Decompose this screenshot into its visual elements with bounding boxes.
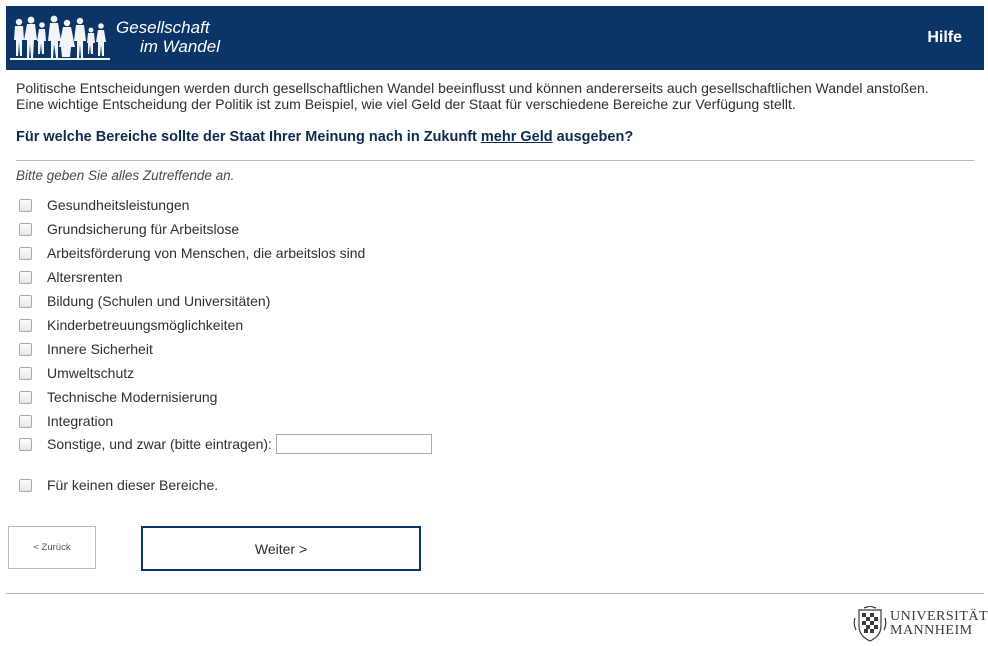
option-label[interactable]: Integration [47,413,113,429]
option-label[interactable]: Kinderbetreuungsmöglichkeiten [47,317,243,333]
option-checkbox[interactable] [19,437,32,451]
option-label[interactable]: Umweltschutz [47,365,134,381]
option-label[interactable]: Sonstige, und zwar (bitte eintragen): [47,436,272,452]
question-suffix: ausgeben? [552,129,634,145]
option-row[interactable]: Bildung (Schulen und Universitäten) [16,291,270,311]
none-label[interactable]: Für keinen dieser Bereiche. [47,477,218,493]
back-button[interactable]: < Zurück [8,526,96,569]
option-row[interactable]: Kinderbetreuungsmöglichkeiten [16,315,243,335]
option-label[interactable]: Grundsicherung für Arbeitslose [47,221,239,237]
option-row[interactable]: Innere Sicherheit [16,339,153,359]
option-label[interactable]: Technische Modernisierung [47,389,217,405]
footer-divider [6,593,984,594]
logo-line-2: im Wandel [140,37,220,56]
question-prefix: Für welche Bereiche sollte der Staat Ihr… [16,129,481,145]
option-checkbox[interactable] [19,294,32,308]
option-label[interactable]: Bildung (Schulen und Universitäten) [47,293,270,309]
option-row[interactable]: Integration [16,411,113,431]
option-label[interactable]: Altersrenten [47,269,122,285]
other-text-input[interactable] [275,434,432,454]
question-divider [16,160,974,161]
option-row-other[interactable]: Sonstige, und zwar (bitte eintragen): [16,434,432,454]
option-row[interactable]: Arbeitsförderung von Menschen, die arbei… [16,243,365,263]
logo-text: Gesellschaft im Wandel [114,18,220,56]
help-link[interactable]: Hilfe [927,29,962,47]
instruction-text: Bitte geben Sie alles Zutreffende an. [16,168,235,183]
intro-line-1: Politische Entscheidungen werden durch g… [16,80,929,96]
option-checkbox[interactable] [19,222,32,236]
none-checkbox[interactable] [19,478,32,492]
logo-line-1: Gesellschaft [116,18,210,37]
header-bar: Gesellschaft im Wandel Hilfe [6,6,984,70]
option-row-none[interactable]: Für keinen dieser Bereiche. [16,475,218,495]
option-checkbox[interactable] [19,342,32,356]
people-silhouettes-icon [10,15,110,60]
option-label[interactable]: Innere Sicherheit [47,341,153,357]
university-line-1: UNIVERSITÄT [890,609,988,624]
option-checkbox[interactable] [19,414,32,428]
question-text: Für welche Bereiche sollte der Staat Ihr… [16,129,976,145]
intro-line-2: Eine wichtige Entscheidung der Politik i… [16,96,796,112]
option-row[interactable]: Technische Modernisierung [16,387,217,407]
option-label[interactable]: Gesundheitsleistungen [47,197,189,213]
question-emphasis: mehr Geld [480,129,553,145]
option-row[interactable]: Gesundheitsleistungen [16,195,189,215]
option-label[interactable]: Arbeitsförderung von Menschen, die arbei… [47,245,365,261]
option-row[interactable]: Altersrenten [16,267,122,287]
option-checkbox[interactable] [19,390,32,404]
next-button[interactable]: Weiter > [141,526,421,571]
university-logo: UNIVERSITÄT MANNHEIM [853,606,988,642]
option-row[interactable]: Grundsicherung für Arbeitslose [16,219,239,239]
option-row[interactable]: Umweltschutz [16,363,134,383]
university-crest-icon [853,606,887,642]
university-name: UNIVERSITÄT MANNHEIM [890,610,988,638]
option-checkbox[interactable] [19,318,32,332]
option-checkbox[interactable] [19,246,32,260]
intro-text: Politische Entscheidungen werden durch g… [16,80,976,112]
option-checkbox[interactable] [19,366,32,380]
university-line-2: MANNHEIM [890,623,973,638]
option-checkbox[interactable] [19,270,32,284]
option-checkbox[interactable] [19,198,32,212]
